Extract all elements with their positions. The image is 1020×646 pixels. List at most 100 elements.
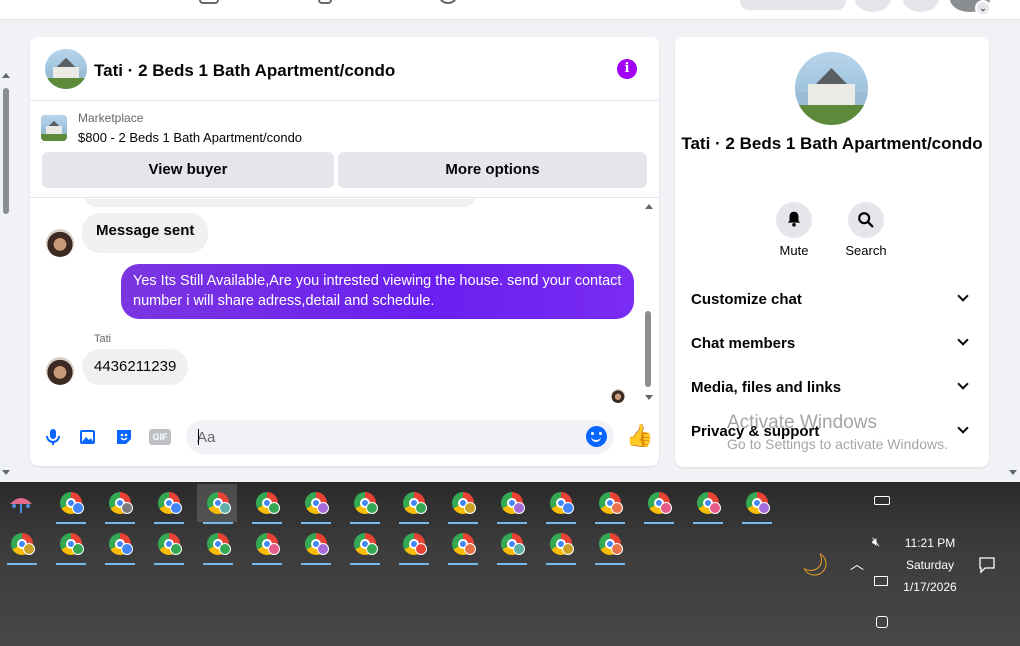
more-options-button[interactable]: More options xyxy=(338,152,647,188)
message-list: Message sent Yes Its Still Available,Are… xyxy=(30,199,659,407)
weather-widget-icon[interactable] xyxy=(8,494,34,514)
chrome-taskbar-button[interactable] xyxy=(687,484,727,524)
clock-time[interactable]: 11:21 PM xyxy=(896,536,964,550)
running-indicator xyxy=(56,563,86,565)
chat-title[interactable]: Tati · 2 Beds 1 Bath Apartment/condo xyxy=(94,61,395,81)
chat-header: Tati · 2 Beds 1 Bath Apartment/condo i xyxy=(30,37,659,101)
microphone-icon[interactable] xyxy=(43,427,63,447)
chrome-taskbar-button[interactable] xyxy=(50,525,90,565)
gaming-nav-icon[interactable] xyxy=(438,0,458,4)
listing-price-title[interactable]: $800 - 2 Beds 1 Bath Apartment/condo xyxy=(78,130,302,145)
gif-icon[interactable]: GIF xyxy=(149,429,171,445)
clock-day[interactable]: Saturday xyxy=(896,558,964,572)
running-indicator xyxy=(693,522,723,524)
profile-badge-icon xyxy=(562,543,574,555)
volume-muted-icon[interactable]: 🔇︎ xyxy=(872,534,880,550)
chrome-taskbar-button[interactable] xyxy=(344,484,384,524)
meet-now-icon[interactable] xyxy=(876,616,888,628)
chrome-taskbar-button[interactable] xyxy=(246,525,286,565)
chrome-taskbar-button[interactable] xyxy=(295,484,335,524)
chrome-taskbar-button[interactable] xyxy=(589,484,629,524)
chrome-taskbar-button[interactable] xyxy=(148,525,188,565)
chrome-taskbar-button[interactable] xyxy=(197,525,237,565)
chrome-taskbar-button[interactable] xyxy=(50,484,90,524)
message-scrollbar[interactable] xyxy=(643,199,655,407)
mute-button[interactable] xyxy=(776,202,812,238)
create-pill-button[interactable] xyxy=(740,0,846,10)
scroll-up-arrow-icon[interactable] xyxy=(2,73,10,78)
chrome-taskbar-button[interactable] xyxy=(442,484,482,524)
profile-badge-icon xyxy=(611,502,623,514)
media-files-links-section[interactable]: Media, files and links xyxy=(675,367,989,407)
conversation-avatar[interactable] xyxy=(795,52,868,125)
clock-date[interactable]: 1/17/2026 xyxy=(896,580,964,594)
right-scroll-down-arrow-icon[interactable] xyxy=(1009,470,1017,475)
chrome-taskbar-button[interactable] xyxy=(442,525,482,565)
privacy-support-section[interactable]: Privacy & support xyxy=(675,411,989,451)
chrome-taskbar-button[interactable] xyxy=(393,484,433,524)
chrome-taskbar-button[interactable] xyxy=(99,525,139,565)
running-indicator xyxy=(595,563,625,565)
text-cursor xyxy=(198,429,199,445)
thumbs-up-icon[interactable]: 👍 xyxy=(626,424,653,448)
profile-badge-icon xyxy=(758,502,770,514)
messenger-icon[interactable] xyxy=(903,0,939,12)
chrome-taskbar-button[interactable] xyxy=(344,525,384,565)
message-scroll-up-icon[interactable] xyxy=(645,204,653,209)
info-icon[interactable]: i xyxy=(617,59,637,79)
chat-members-section[interactable]: Chat members xyxy=(675,323,989,363)
notification-center-icon[interactable] xyxy=(978,556,996,574)
moon-icon[interactable]: 🌙︎ xyxy=(801,552,829,578)
tati-avatar[interactable] xyxy=(46,357,74,385)
chrome-taskbar-button[interactable] xyxy=(393,525,433,565)
profile-badge-icon xyxy=(415,502,427,514)
tati-avatar[interactable] xyxy=(46,229,74,257)
profile-badge-icon xyxy=(611,543,623,555)
seen-receipt-avatar xyxy=(611,389,625,403)
chrome-taskbar-button[interactable] xyxy=(589,525,629,565)
chrome-taskbar-button[interactable] xyxy=(736,484,776,524)
menu-grid-icon[interactable] xyxy=(855,0,891,12)
chrome-taskbar-button[interactable] xyxy=(540,525,580,565)
running-indicator xyxy=(595,522,625,524)
chrome-taskbar-button[interactable] xyxy=(295,525,335,565)
listing-thumbnail[interactable] xyxy=(41,115,67,141)
message-scroll-down-icon[interactable] xyxy=(645,395,653,400)
top-navigation-bar: ⌄ xyxy=(0,0,1020,20)
chevron-down-icon[interactable]: ⌄ xyxy=(975,0,991,16)
chrome-taskbar-button[interactable] xyxy=(197,484,237,524)
page-scrollbar[interactable] xyxy=(0,70,12,478)
customize-chat-section[interactable]: Customize chat xyxy=(675,279,989,319)
message-scrollbar-thumb[interactable] xyxy=(645,311,651,387)
profile-badge-icon xyxy=(72,502,84,514)
chrome-taskbar-button[interactable] xyxy=(491,525,531,565)
message-input[interactable] xyxy=(186,420,614,454)
profile-badge-icon xyxy=(219,543,231,555)
chrome-taskbar-button[interactable] xyxy=(491,484,531,524)
chrome-taskbar-button[interactable] xyxy=(540,484,580,524)
sender-name: Tati xyxy=(94,333,112,345)
sticker-icon[interactable] xyxy=(114,427,134,447)
running-indicator xyxy=(546,522,576,524)
listing-avatar[interactable] xyxy=(45,49,87,89)
marketplace-nav-icon[interactable] xyxy=(199,0,219,4)
view-buyer-button[interactable]: View buyer xyxy=(42,152,334,188)
network-icon[interactable] xyxy=(874,576,888,586)
chrome-taskbar-button[interactable] xyxy=(99,484,139,524)
running-indicator xyxy=(546,563,576,565)
chrome-taskbar-button[interactable] xyxy=(148,484,188,524)
emoji-icon[interactable] xyxy=(586,426,607,447)
chrome-taskbar-button[interactable] xyxy=(638,484,678,524)
scroll-down-arrow-icon[interactable] xyxy=(2,470,10,475)
page-scrollbar-thumb[interactable] xyxy=(3,88,9,214)
battery-icon[interactable] xyxy=(874,496,890,505)
chrome-taskbar-button[interactable] xyxy=(246,484,286,524)
chevron-up-icon[interactable]: ︿ xyxy=(850,554,864,574)
groups-nav-icon[interactable] xyxy=(318,0,332,4)
profile-badge-icon xyxy=(317,502,329,514)
chevron-down-icon xyxy=(957,378,969,390)
photo-icon[interactable] xyxy=(78,427,98,447)
profile-badge-icon xyxy=(170,502,182,514)
search-button[interactable] xyxy=(848,202,884,238)
chrome-taskbar-button[interactable] xyxy=(1,525,41,565)
